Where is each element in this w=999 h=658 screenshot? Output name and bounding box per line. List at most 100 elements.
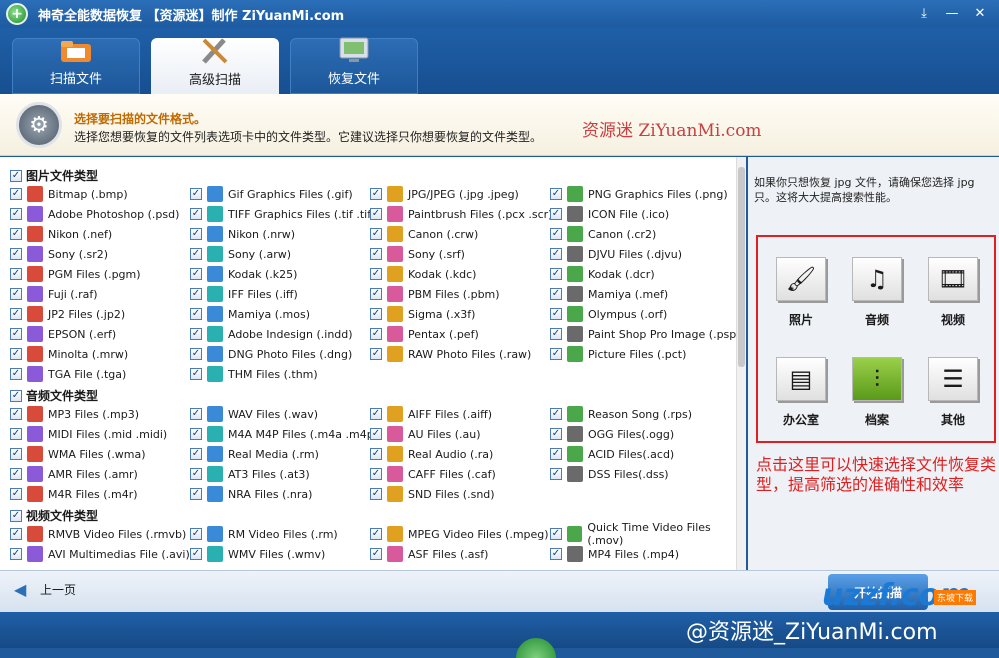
quick-video-button[interactable]: 🎞 视频 [924, 257, 982, 337]
checkbox-icon[interactable]: ✓ [370, 328, 382, 340]
file-type-item[interactable]: ✓ Reason Song (.rps) [550, 405, 692, 423]
checkbox-icon[interactable]: ✓ [550, 468, 562, 480]
minimize-button[interactable]: — [939, 2, 965, 24]
checkbox-icon[interactable]: ✓ [190, 428, 202, 440]
checkbox-icon[interactable]: ✓ [190, 328, 202, 340]
file-type-item[interactable]: ✓ M4R Files (.m4r) [10, 485, 138, 503]
section-image[interactable]: ✓ 图片文件类型 [10, 167, 98, 184]
checkbox-icon[interactable]: ✓ [550, 328, 562, 340]
checkbox-icon[interactable]: ✓ [190, 468, 202, 480]
checkbox-icon[interactable]: ✓ [550, 268, 562, 280]
file-type-item[interactable]: ✓ Nikon (.nef) [10, 225, 112, 243]
checkbox-icon[interactable]: ✓ [550, 528, 562, 540]
file-type-item[interactable]: ✓ WMA Files (.wma) [10, 445, 146, 463]
file-type-item[interactable]: ✓ PBM Files (.pbm) [370, 285, 500, 303]
checkbox-icon[interactable]: ✓ [10, 348, 22, 360]
file-type-item[interactable]: ✓ Minolta (.mrw) [10, 345, 128, 363]
tab-scan-files[interactable]: 扫描文件 [12, 38, 140, 94]
file-type-item[interactable]: ✓ RM Video Files (.rm) [190, 525, 338, 543]
file-type-item[interactable]: ✓ AU Files (.au) [370, 425, 481, 443]
file-type-item[interactable]: ✓ OGG Files(.ogg) [550, 425, 674, 443]
quick-audio-button[interactable]: ♫ 音频 [848, 257, 906, 337]
checkbox-icon[interactable]: ✓ [10, 389, 22, 402]
checkbox-icon[interactable]: ✓ [550, 188, 562, 200]
file-type-item[interactable]: ✓ CAFF Files (.caf) [370, 465, 496, 483]
file-type-item[interactable]: ✓ PGM Files (.pgm) [10, 265, 141, 283]
checkbox-icon[interactable]: ✓ [10, 208, 22, 220]
file-type-item[interactable]: ✓ ICON File (.ico) [550, 205, 669, 223]
file-type-item[interactable]: ✓ Real Audio (.ra) [370, 445, 493, 463]
file-type-item[interactable]: ✓ Real Media (.rm) [190, 445, 319, 463]
file-type-item[interactable]: ✓ JPG/JPEG (.jpg .jpeg) [370, 185, 519, 203]
file-type-item[interactable]: ✓ Sony (.arw) [190, 245, 291, 263]
file-type-item[interactable]: ✓ M4A M4P Files (.m4a .m4p) [190, 425, 378, 443]
checkbox-icon[interactable]: ✓ [550, 408, 562, 420]
checkbox-icon[interactable]: ✓ [10, 328, 22, 340]
quick-archive-button[interactable]: ⫶ 档案 [848, 357, 906, 437]
tab-advanced-scan[interactable]: 高级扫描 [151, 38, 279, 94]
checkbox-icon[interactable]: ✓ [550, 428, 562, 440]
checkbox-icon[interactable]: ✓ [370, 308, 382, 320]
checkbox-icon[interactable]: ✓ [370, 428, 382, 440]
file-type-item[interactable]: ✓ NRA Files (.nra) [190, 485, 312, 503]
file-type-item[interactable]: ✓ Pentax (.pef) [370, 325, 479, 343]
checkbox-icon[interactable]: ✓ [370, 348, 382, 360]
file-type-item[interactable]: ✓ Nikon (.nrw) [190, 225, 295, 243]
checkbox-icon[interactable]: ✓ [190, 528, 202, 540]
checkbox-icon[interactable]: ✓ [190, 208, 202, 220]
file-type-item[interactable]: ✓ Quick Time Video Files (.mov) [550, 521, 746, 547]
checkbox-icon[interactable]: ✓ [10, 408, 22, 420]
file-type-item[interactable]: ✓ ACID Files(.acd) [550, 445, 674, 463]
checkbox-icon[interactable]: ✓ [550, 248, 562, 260]
file-type-item[interactable]: ✓ MIDI Files (.mid .midi) [10, 425, 167, 443]
checkbox-icon[interactable]: ✓ [370, 288, 382, 300]
checkbox-icon[interactable]: ✓ [370, 268, 382, 280]
checkbox-icon[interactable]: ✓ [10, 528, 22, 540]
quick-other-button[interactable]: ☰ 其他 [924, 357, 982, 437]
checkbox-icon[interactable]: ✓ [10, 308, 22, 320]
download-icon[interactable]: ⤓ [911, 2, 937, 24]
checkbox-icon[interactable]: ✓ [10, 288, 22, 300]
checkbox-icon[interactable]: ✓ [550, 208, 562, 220]
checkbox-icon[interactable]: ✓ [10, 468, 22, 480]
checkbox-icon[interactable]: ✓ [370, 408, 382, 420]
file-type-item[interactable]: ✓ ASF Files (.asf) [370, 545, 488, 563]
file-type-item[interactable]: ✓ Sony (.sr2) [10, 245, 108, 263]
checkbox-icon[interactable]: ✓ [190, 488, 202, 500]
checkbox-icon[interactable]: ✓ [370, 208, 382, 220]
file-type-item[interactable]: ✓ Sony (.srf) [370, 245, 465, 263]
checkbox-icon[interactable]: ✓ [10, 488, 22, 500]
file-type-item[interactable]: ✓ AMR Files (.amr) [10, 465, 138, 483]
checkbox-icon[interactable]: ✓ [370, 548, 382, 560]
checkbox-icon[interactable]: ✓ [190, 348, 202, 360]
checkbox-icon[interactable]: ✓ [10, 509, 22, 522]
checkbox-icon[interactable]: ✓ [10, 428, 22, 440]
file-type-item[interactable]: ✓ TIFF Graphics Files (.tif .tiff) [190, 205, 379, 223]
file-type-item[interactable]: ✓ Olympus (.orf) [550, 305, 667, 323]
file-type-item[interactable]: ✓ Mamiya (.mos) [190, 305, 310, 323]
scroll-thumb[interactable] [738, 167, 745, 367]
list-scrollbar[interactable] [736, 157, 746, 570]
file-type-item[interactable]: ✓ TGA File (.tga) [10, 365, 126, 383]
file-type-item[interactable]: ✓ Sigma (.x3f) [370, 305, 475, 323]
checkbox-icon[interactable]: ✓ [190, 288, 202, 300]
file-type-item[interactable]: ✓ Paintbrush Files (.pcx .scr) [370, 205, 552, 223]
file-type-item[interactable]: ✓ Canon (.crw) [370, 225, 478, 243]
file-type-item[interactable]: ✓ MP4 Files (.mp4) [550, 545, 679, 563]
checkbox-icon[interactable]: ✓ [370, 468, 382, 480]
file-type-item[interactable]: ✓ RAW Photo Files (.raw) [370, 345, 531, 363]
checkbox-icon[interactable]: ✓ [550, 308, 562, 320]
file-type-item[interactable]: ✓ Bitmap (.bmp) [10, 185, 128, 203]
file-type-item[interactable]: ✓ SND Files (.snd) [370, 485, 495, 503]
file-type-item[interactable]: ✓ AIFF Files (.aiff) [370, 405, 492, 423]
checkbox-icon[interactable]: ✓ [190, 268, 202, 280]
file-type-item[interactable]: ✓ AT3 Files (.at3) [190, 465, 310, 483]
section-video[interactable]: ✓ 视频文件类型 [10, 507, 98, 524]
checkbox-icon[interactable]: ✓ [190, 448, 202, 460]
file-type-item[interactable]: ✓ Fuji (.raf) [10, 285, 98, 303]
quick-photo-button[interactable]: 🖌 照片 [772, 257, 830, 337]
file-type-item[interactable]: ✓ WMV Files (.wmv) [190, 545, 325, 563]
checkbox-icon[interactable]: ✓ [370, 448, 382, 460]
file-type-item[interactable]: ✓ THM Files (.thm) [190, 365, 318, 383]
checkbox-icon[interactable]: ✓ [370, 528, 382, 540]
